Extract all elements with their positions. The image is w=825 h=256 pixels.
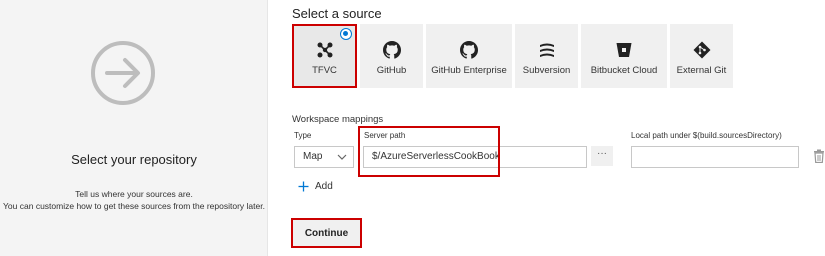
local-path-label: Local path under $(build.sourcesDirector… [631, 131, 782, 140]
source-label: GitHub [376, 65, 407, 76]
arrow-right-circle-icon [91, 41, 155, 105]
source-card-tfvc[interactable]: TFVC [292, 24, 357, 88]
trash-icon[interactable] [813, 149, 825, 163]
github-enterprise-icon [460, 41, 478, 59]
source-card-subversion[interactable]: Subversion [515, 24, 578, 88]
source-card-bitbucket[interactable]: Bitbucket Cloud [581, 24, 667, 88]
type-select[interactable]: Map [294, 146, 354, 168]
bitbucket-icon [616, 43, 632, 57]
add-label: Add [315, 181, 333, 192]
source-label: GitHub Enterprise [431, 65, 507, 76]
panel-description: Tell us where your sources are. You can … [0, 188, 268, 212]
git-icon [693, 41, 710, 59]
panel-title: Select your repository [71, 152, 197, 167]
source-card-external-git[interactable]: External Git [670, 24, 733, 88]
continue-button[interactable]: Continue [291, 218, 362, 248]
local-path-input[interactable] [631, 146, 799, 168]
type-label: Type [294, 131, 312, 140]
browse-button[interactable]: ··· [591, 146, 613, 166]
plus-icon [298, 181, 309, 192]
source-label: External Git [676, 65, 727, 76]
section-title: Select a source [292, 6, 382, 21]
type-select-value: Map [303, 151, 323, 162]
server-path-input[interactable]: $/AzureServerlessCookBook [363, 146, 587, 168]
tfvc-icon [317, 42, 332, 58]
main-content: Select a source TFVC GitHub GitHub Enter… [268, 0, 825, 256]
server-path-label: Server path [364, 131, 406, 140]
source-label: TFVC [312, 65, 337, 76]
description-line: You can customize how to get these sourc… [3, 201, 265, 211]
github-icon [382, 41, 401, 59]
description-line: Tell us where your sources are. [75, 189, 193, 199]
subversion-icon [539, 43, 554, 57]
left-panel: Select your repository Tell us where you… [0, 0, 268, 256]
source-list: TFVC GitHub GitHub Enterprise Subversion [292, 24, 733, 88]
source-card-github[interactable]: GitHub [360, 24, 423, 88]
mappings-title: Workspace mappings [292, 114, 384, 125]
chevron-down-icon [337, 154, 347, 160]
source-label: Subversion [522, 65, 571, 76]
source-card-github-enterprise[interactable]: GitHub Enterprise [426, 24, 512, 88]
radio-selected-icon [340, 28, 352, 40]
source-label: Bitbucket Cloud [590, 65, 658, 76]
add-mapping-button[interactable]: Add [298, 181, 333, 192]
